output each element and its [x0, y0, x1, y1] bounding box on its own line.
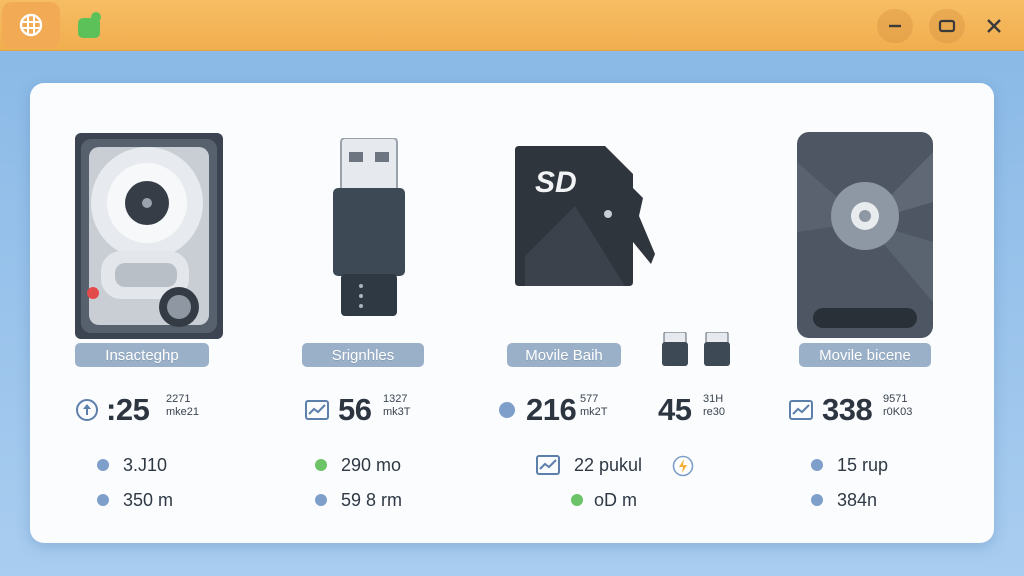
sub-top-3: 577 [580, 393, 599, 405]
title-bar [0, 0, 1024, 51]
sd-card-text: SD [535, 166, 577, 199]
sub-values-5: 9571 r0K03 [883, 393, 912, 419]
sub-bottom-3: mk2T [580, 406, 608, 418]
status-dot [315, 459, 327, 471]
status-dot [315, 494, 327, 506]
sub-top-5: 9571 [883, 393, 908, 405]
sub-bottom-5: r0K03 [883, 406, 913, 418]
sub-bottom-2: mk3T [383, 406, 411, 418]
sub-values-4: 31H re30 [703, 393, 725, 419]
device-label-5: Movile bicene [799, 343, 931, 367]
mini-usb-pair-icon[interactable] [662, 332, 732, 368]
device-label-3: Movile Baih [507, 343, 621, 367]
stat-2b: 59 8 rm [341, 490, 403, 510]
status-dot [97, 459, 109, 471]
sub-values-2: 1327 mk3T [383, 393, 411, 419]
device-label-1: Insacteghp [75, 343, 209, 367]
stat-1a: 3.J10 [123, 455, 168, 475]
refresh-circle-icon [76, 399, 98, 421]
globe-grid-icon[interactable] [2, 2, 60, 48]
sub-top-4: 31H [703, 393, 724, 405]
big-value-5: 338 [822, 392, 873, 427]
stat-3a: 22 pukul [574, 455, 643, 475]
stat-3b: oD m [594, 490, 638, 510]
stat-1b: 350 m [123, 490, 174, 510]
chart-icon [305, 400, 329, 420]
restore-icon [938, 19, 956, 33]
chart-icon [536, 455, 560, 475]
status-dot [571, 494, 583, 506]
minimize-button[interactable] [877, 9, 913, 43]
status-dot [97, 494, 109, 506]
sub-top-1: 2271 [166, 393, 191, 405]
big-value-4: 45 [658, 392, 692, 427]
big-value-2: 56 [338, 392, 372, 427]
chart-icon [789, 400, 813, 420]
hard-drive-icon[interactable] [75, 133, 223, 339]
sub-bottom-1: mke21 [166, 406, 200, 418]
minimize-icon [889, 24, 901, 28]
sub-bottom-4: re30 [703, 406, 726, 418]
big-value-3: 216 [526, 392, 577, 427]
sub-values-3: 577 mk2T [580, 393, 608, 419]
big-value-1: :25 [106, 392, 150, 427]
restore-button[interactable] [929, 9, 965, 43]
leaf-icon[interactable] [76, 10, 104, 40]
sub-values-1: 2271 mke21 [166, 393, 199, 419]
stat-5a: 15 rup [837, 455, 889, 475]
device-label-2: Srignhles [302, 343, 424, 367]
ssd-drive-icon[interactable] [797, 132, 933, 338]
close-button[interactable] [976, 9, 1012, 43]
status-dot [811, 459, 823, 471]
status-dot [499, 402, 515, 418]
status-dot [811, 494, 823, 506]
stat-2a: 290 mo [341, 455, 402, 475]
usb-drive-icon[interactable] [333, 138, 405, 318]
bolt-circle-icon [672, 455, 694, 477]
stat-5b: 384n [837, 490, 878, 510]
sd-card-icon[interactable]: SD [515, 146, 660, 288]
close-icon [987, 19, 1001, 33]
sub-top-2: 1327 [383, 393, 408, 405]
